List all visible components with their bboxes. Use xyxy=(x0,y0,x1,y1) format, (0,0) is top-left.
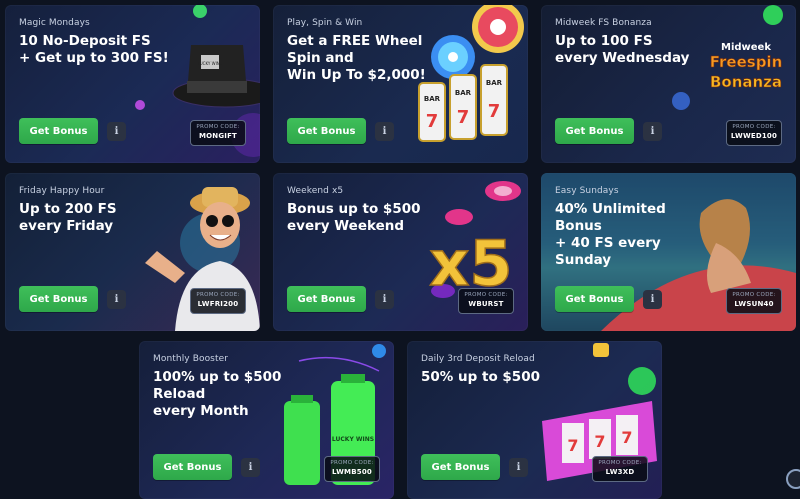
card-headline: 10 No-Deposit FS + Get up to 300 FS! xyxy=(19,33,169,66)
promo-card-midweek-bonanza: Midweek Freespin Bonanza Midweek FS Bona… xyxy=(541,5,796,163)
card-label: Play, Spin & Win xyxy=(287,18,363,28)
promo-code: WBURST xyxy=(468,300,504,308)
card-headline: Bonus up to $500 every Weekend xyxy=(287,201,421,234)
get-bonus-button[interactable]: Get Bonus xyxy=(287,118,366,144)
card-label: Midweek FS Bonanza xyxy=(555,18,652,28)
svg-text:7: 7 xyxy=(567,436,578,455)
get-bonus-button[interactable]: Get Bonus xyxy=(19,286,98,312)
promo-code: LWMB500 xyxy=(332,468,372,476)
card-headline: Up to 200 FS every Friday xyxy=(19,201,117,234)
promo-code-box[interactable]: PROMO CODE: LW3XD xyxy=(592,456,648,482)
get-bonus-button[interactable]: Get Bonus xyxy=(287,286,366,312)
slot-text: BAR xyxy=(486,79,503,87)
info-button[interactable]: i xyxy=(509,458,528,477)
promo-code: LWFRI200 xyxy=(197,300,239,308)
slot-text: BAR xyxy=(455,89,472,97)
promo-code-box[interactable]: PROMO CODE: LWSUN40 xyxy=(726,288,782,314)
card-label: Monthly Booster xyxy=(153,354,229,364)
promo-code: LWWED100 xyxy=(730,132,778,140)
promo-code-box[interactable]: PROMO CODE: LWWED100 xyxy=(726,120,782,146)
promo-card-friday-happy-hour: Friday Happy Hour Up to 200 FS every Fri… xyxy=(5,173,260,331)
promo-code: MONGIFT xyxy=(198,132,238,140)
card-label: Friday Happy Hour xyxy=(19,186,105,196)
card-headline: 40% Unlimited Bonus + 40 FS every Sunday xyxy=(555,201,666,268)
promo-card-magic-mondays: LUCKY WINS Magic Mondays 10 No-Deposit F… xyxy=(5,5,260,163)
promo-card-weekend-x5: x5 Weekend x5 Bonus up to $500 every Wee… xyxy=(273,173,528,331)
promo-code-box[interactable]: PROMO CODE: MONGIFT xyxy=(190,120,246,146)
get-bonus-button[interactable]: Get Bonus xyxy=(421,454,500,480)
info-button[interactable]: i xyxy=(107,122,126,141)
info-button[interactable]: i xyxy=(375,290,394,309)
info-button[interactable]: i xyxy=(643,122,662,141)
logo-line: Bonanza xyxy=(710,73,782,91)
logo-line: Midweek xyxy=(721,42,771,53)
promo-code-box[interactable]: PROMO CODE: WBURST xyxy=(458,288,514,314)
battery-text: LUCKY WINS xyxy=(332,436,374,443)
slot-text: BAR xyxy=(424,95,441,103)
card-label: Weekend x5 xyxy=(287,186,344,196)
svg-text:7: 7 xyxy=(621,428,632,447)
info-button[interactable]: i xyxy=(375,122,394,141)
promo-card-monthly-booster: LUCKY WINS Monthly Booster 100% up to $5… xyxy=(139,341,394,499)
svg-text:7: 7 xyxy=(594,432,605,451)
svg-text:7: 7 xyxy=(488,101,501,122)
info-button[interactable]: i xyxy=(241,458,260,477)
get-bonus-button[interactable]: Get Bonus xyxy=(19,118,98,144)
promo-code: LWSUN40 xyxy=(734,300,774,308)
chat-icon[interactable] xyxy=(786,469,800,489)
logo-line: Freespin xyxy=(710,53,783,71)
card-label: Easy Sundays xyxy=(555,186,619,196)
card-headline: 50% up to $500 xyxy=(421,369,540,385)
card-label: Daily 3rd Deposit Reload xyxy=(421,354,535,364)
card-headline: Up to 100 FS every Wednesday xyxy=(555,33,690,66)
card-label: Magic Mondays xyxy=(19,18,90,28)
svg-text:7: 7 xyxy=(457,107,470,128)
promo-card-play-spin-win: BAR BAR BAR 7 7 7 Play, Spin & Win Get a… xyxy=(273,5,528,163)
promo-code-box[interactable]: PROMO CODE: LWFRI200 xyxy=(190,288,246,314)
info-button[interactable]: i xyxy=(643,290,662,309)
promo-code-box[interactable]: PROMO CODE: LWMB500 xyxy=(324,456,380,482)
promo-card-daily-reload: 7 7 7 Daily 3rd Deposit Reload 50% up to… xyxy=(407,341,662,499)
hat-logo-text: LUCKY WINS xyxy=(198,61,223,66)
get-bonus-button[interactable]: Get Bonus xyxy=(555,118,634,144)
card-headline: 100% up to $500 Reload every Month xyxy=(153,369,282,419)
promo-card-easy-sundays: Easy Sundays 40% Unlimited Bonus + 40 FS… xyxy=(541,173,796,331)
svg-text:7: 7 xyxy=(426,111,439,132)
get-bonus-button[interactable]: Get Bonus xyxy=(555,286,634,312)
card-headline: Get a FREE Wheel Spin and Win Up To $2,0… xyxy=(287,33,426,83)
get-bonus-button[interactable]: Get Bonus xyxy=(153,454,232,480)
info-button[interactable]: i xyxy=(107,290,126,309)
promo-code: LW3XD xyxy=(605,468,635,476)
